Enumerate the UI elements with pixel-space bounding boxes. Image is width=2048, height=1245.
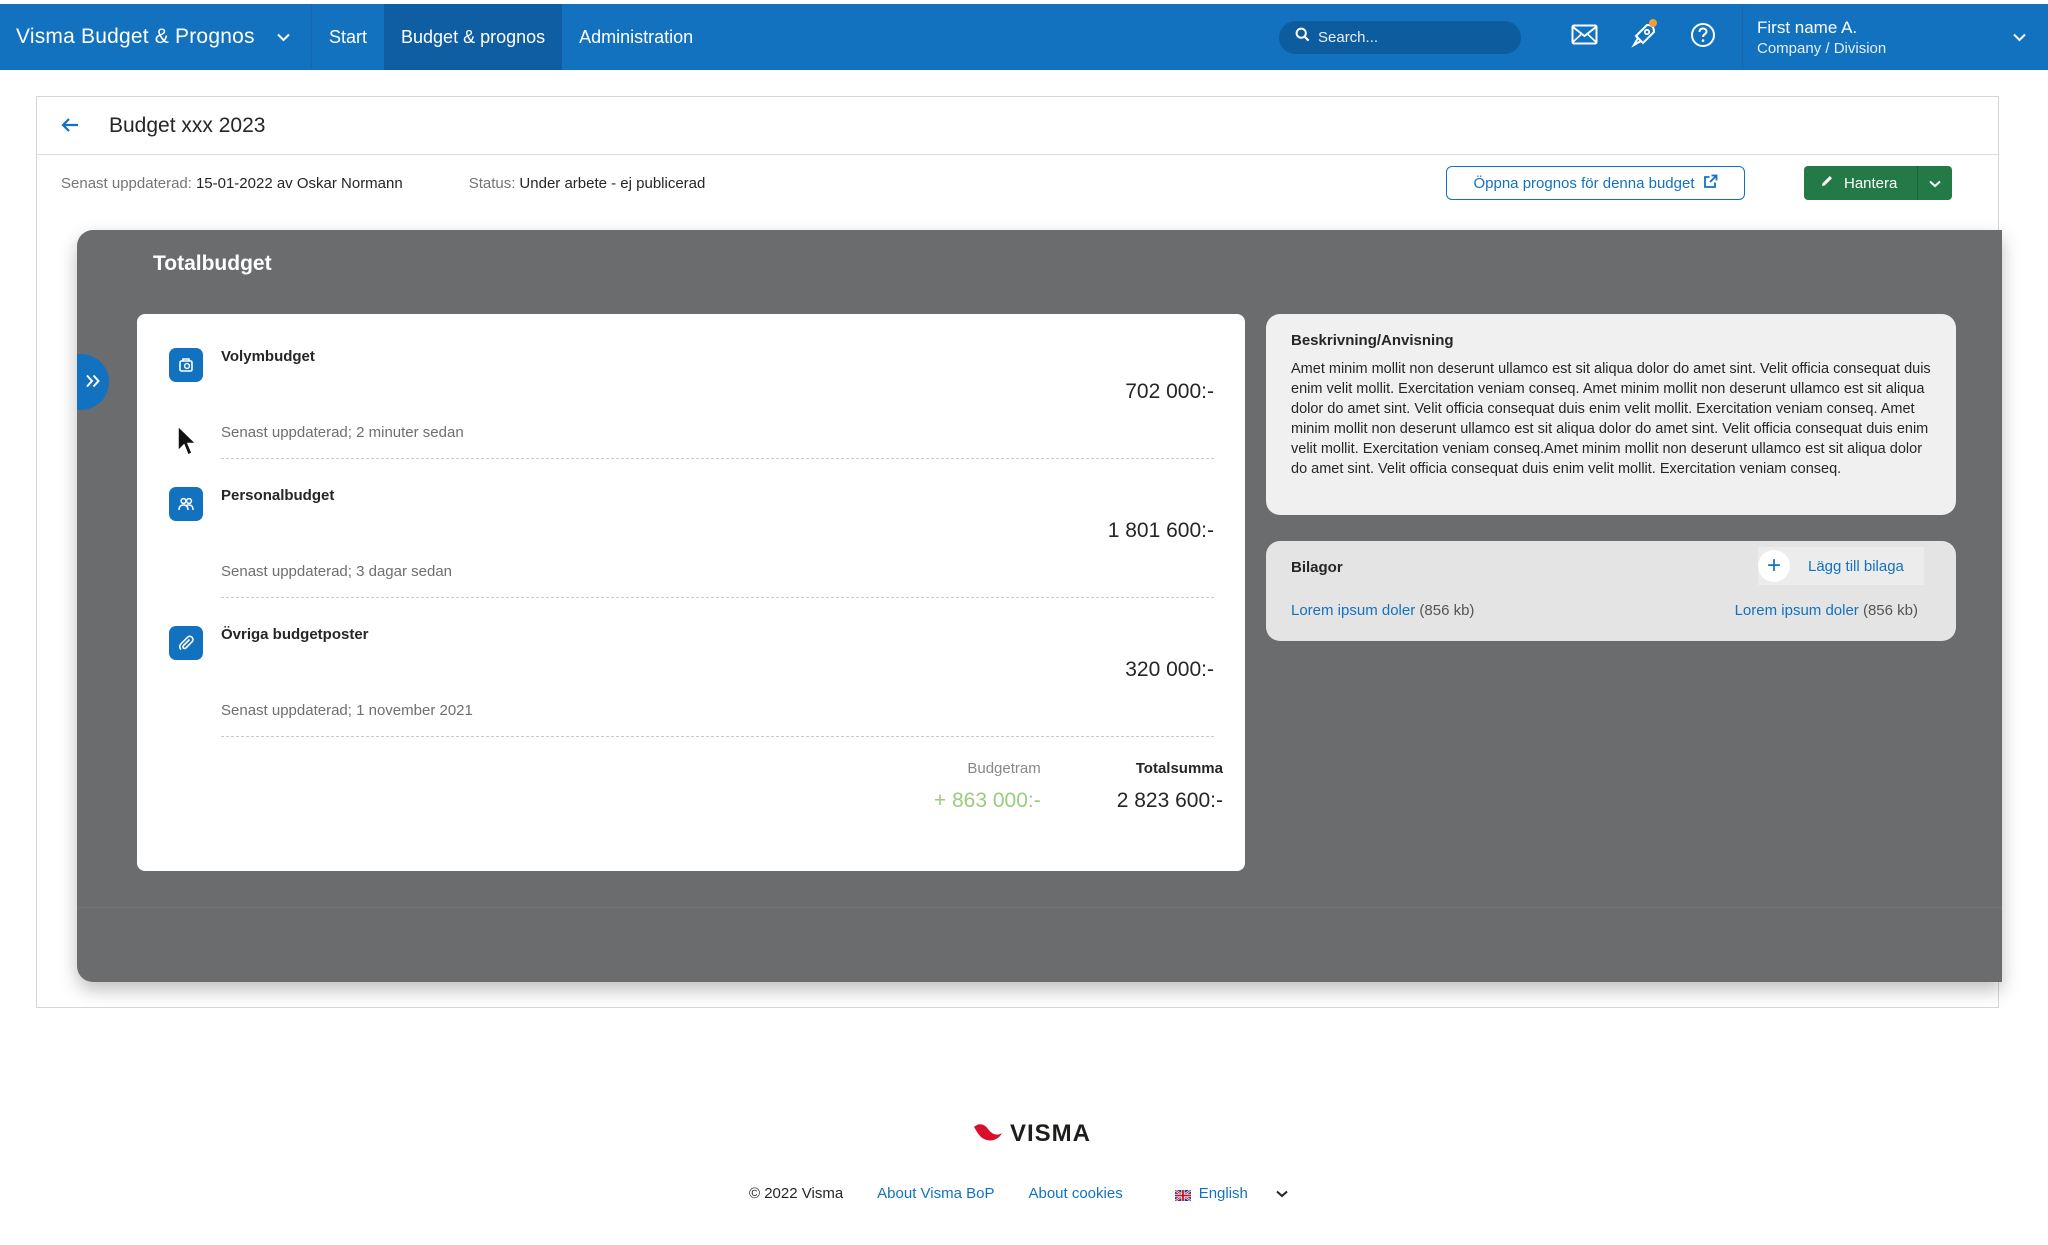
attachment-item: Lorem ipsum doler (856 kb) <box>1735 602 1918 619</box>
attachment-size: (856 kb) <box>1862 602 1918 619</box>
budget-item-amount: 1 801 600:- <box>1107 519 1214 542</box>
description-text: Amet minim mollit non deserunt ullamco e… <box>1291 361 1931 477</box>
external-link-icon <box>1703 174 1718 193</box>
total-column: Totalsumma 2 823 600:- <box>1117 760 1223 813</box>
nav-start[interactable]: Start <box>312 4 384 70</box>
manage-dropdown-toggle[interactable] <box>1918 166 1952 200</box>
budget-item-updated: Senast uppdaterad; 1 november 2021 <box>221 702 473 719</box>
panel-divider <box>77 907 2002 908</box>
total-value: 2 823 600:- <box>1116 789 1223 812</box>
status-value: Under arbete - ej publicerad <box>519 174 706 192</box>
search-icon <box>1295 27 1310 47</box>
user-menu[interactable]: First name A. Company / Division <box>1742 4 2048 70</box>
page-header: Budget xxx 2023 <box>37 97 1998 155</box>
copyright: © 2022 Visma <box>749 1185 844 1202</box>
search-box[interactable] <box>1279 20 1521 54</box>
chevron-down-icon <box>276 29 290 45</box>
app-title: Visma Budget & Prognos <box>16 25 255 48</box>
nav-budget-prognos[interactable]: Budget & prognos <box>384 4 563 70</box>
notifications-button[interactable] <box>1614 4 1673 70</box>
pencil-icon <box>1820 174 1834 192</box>
user-company: Company / Division <box>1757 39 1887 57</box>
budget-item-name: Volymbudget <box>221 348 315 365</box>
totalbudget-panel: Totalbudget Volymbudget 702 000:- Senast… <box>77 230 2002 982</box>
manage-button[interactable]: Hantera <box>1804 166 1952 200</box>
budget-item-name: Personalbudget <box>221 487 335 504</box>
description-card: Beskrivning/Anvisning Amet minim mollit … <box>1266 314 1956 515</box>
add-attachment-label: Lägg till bilaga <box>1808 557 1904 575</box>
description-title: Beskrivning/Anvisning <box>1291 332 1454 349</box>
paperclip-icon <box>169 626 203 660</box>
open-forecast-label: Öppna prognos för denna budget <box>1473 174 1695 192</box>
expand-panel-button[interactable] <box>77 354 109 410</box>
updated-value: 15-01-2022 av Oskar Normann <box>195 174 403 192</box>
total-label: Totalsumma <box>1135 760 1223 777</box>
nav-administration[interactable]: Administration <box>562 4 710 70</box>
panel-title: Totalbudget <box>153 252 272 275</box>
visma-logo-mark-icon <box>972 1121 1006 1148</box>
updated-label: Senast uppdaterad: <box>61 174 192 192</box>
budget-item-amount: 702 000:- <box>1125 380 1214 403</box>
chevron-down-icon <box>2013 30 2026 45</box>
page-title: Budget xxx 2023 <box>109 113 266 137</box>
mail-icon <box>1571 24 1598 50</box>
footer-links: © 2022 Visma About Visma BoP About cooki… <box>749 1185 1288 1202</box>
visma-logo-text: VISMA <box>1010 1120 1092 1147</box>
app-switcher[interactable]: Visma Budget & Prognos <box>0 4 312 70</box>
attachments-card: Bilagor + Lägg till bilaga Lorem ipsum d… <box>1266 541 1956 641</box>
back-arrow-icon[interactable] <box>61 113 101 139</box>
language-label: English <box>1198 1185 1248 1202</box>
volume-budget-icon <box>169 348 203 382</box>
chevron-down-icon <box>1276 1185 1288 1202</box>
help-button[interactable] <box>1673 4 1732 70</box>
budget-item[interactable]: Personalbudget 1 801 600:- Senast uppdat… <box>169 453 1214 598</box>
budget-item-amount: 320 000:- <box>1125 658 1214 681</box>
meta-row: Senast uppdaterad: 15-01-2022 av Oskar N… <box>61 155 1976 211</box>
budget-item-updated: Senast uppdaterad; 3 dagar sedan <box>221 563 453 580</box>
about-cookies-link[interactable]: About cookies <box>1028 1185 1122 1202</box>
about-visma-link[interactable]: About Visma BoP <box>877 1185 994 1202</box>
attachment-size: (856 kb) <box>1419 602 1475 619</box>
divider <box>221 736 1214 737</box>
budget-item-updated: Senast uppdaterad; 2 minuter sedan <box>221 424 464 441</box>
totals-row: Budgetram + 863 000:- Totalsumma 2 823 6… <box>934 760 1223 813</box>
people-icon <box>169 487 203 521</box>
double-chevron-right-icon <box>85 372 101 393</box>
budgetram-label: Budgetram <box>967 760 1041 777</box>
budget-item[interactable]: Övriga budgetposter 320 000:- Senast upp… <box>169 592 1214 737</box>
manage-label: Hantera <box>1844 174 1898 192</box>
notification-dot <box>1649 19 1657 27</box>
budgetram-column: Budgetram + 863 000:- <box>934 760 1041 813</box>
attachments-title: Bilagor <box>1291 559 1343 576</box>
status-label: Status: <box>468 174 516 192</box>
search-input[interactable] <box>1318 28 1498 46</box>
mouse-cursor-icon <box>177 424 198 462</box>
plus-icon: + <box>1758 550 1790 582</box>
add-attachment-button[interactable]: + Lägg till bilaga <box>1758 547 1924 585</box>
budgetram-value: + 863 000:- <box>933 789 1041 812</box>
attachment-link[interactable]: Lorem ipsum doler <box>1291 602 1415 619</box>
mail-button[interactable] <box>1555 4 1614 70</box>
user-info: First name A. Company / Division <box>1757 18 1886 57</box>
help-icon <box>1690 22 1716 53</box>
budget-summary-card: Volymbudget 702 000:- Senast uppdaterad;… <box>137 314 1245 871</box>
attachment-item: Lorem ipsum doler (856 kb) <box>1291 602 1474 619</box>
top-navbar: Visma Budget & Prognos Start Budget & pr… <box>0 4 2048 70</box>
uk-flag-icon <box>1174 1188 1192 1202</box>
attachment-link[interactable]: Lorem ipsum doler <box>1735 602 1859 619</box>
budget-item-name: Övriga budgetposter <box>221 626 369 643</box>
open-forecast-button[interactable]: Öppna prognos för denna budget <box>1446 166 1745 200</box>
language-selector[interactable]: English <box>1174 1185 1288 1202</box>
chevron-down-icon <box>1929 175 1941 192</box>
manage-button-main[interactable]: Hantera <box>1804 166 1918 200</box>
user-name: First name A. <box>1757 17 1858 37</box>
budget-item[interactable]: Volymbudget 702 000:- Senast uppdaterad;… <box>169 314 1214 459</box>
visma-logo: VISMA <box>972 1120 1091 1148</box>
